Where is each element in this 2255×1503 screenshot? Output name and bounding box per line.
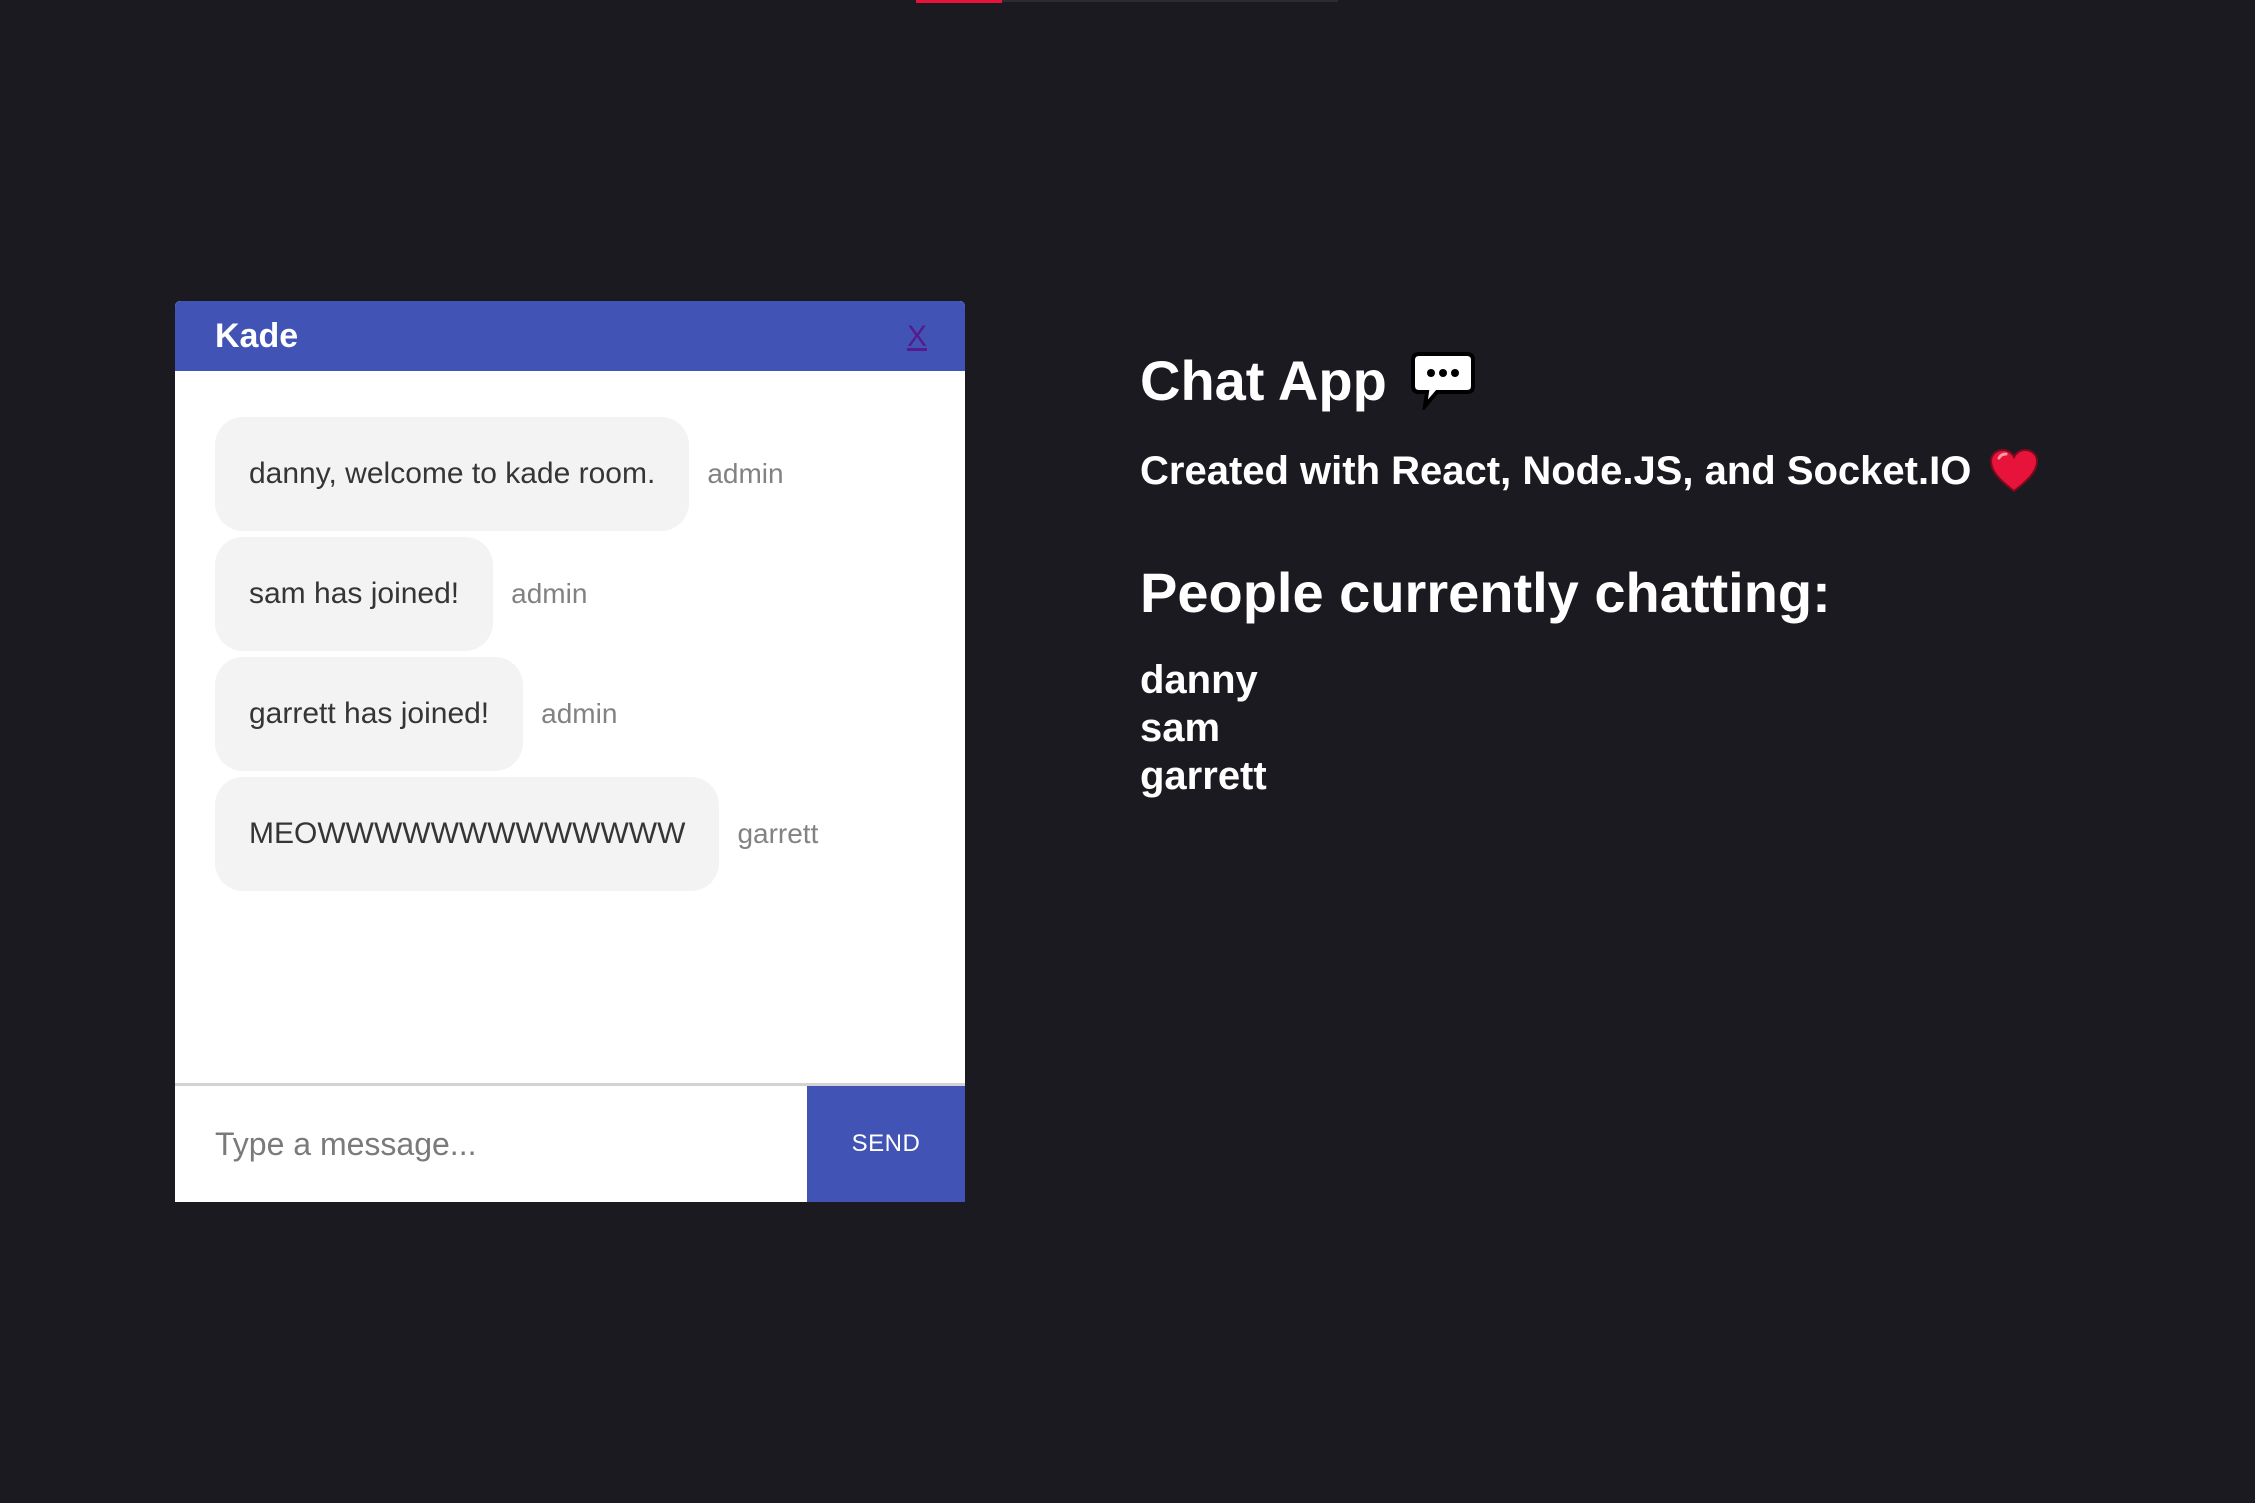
message-row: sam has joined! admin	[215, 537, 587, 651]
person-item: garrett	[1140, 754, 1267, 798]
app-title: Chat App	[1140, 340, 2200, 420]
heart-icon	[1989, 448, 2039, 494]
speech-bubble-icon	[1410, 350, 1475, 413]
send-button[interactable]: SEND	[807, 1086, 965, 1202]
message-sender: admin	[541, 698, 618, 729]
message-composer: SEND	[175, 1086, 965, 1202]
message-bubble: danny, welcome to kade room.	[215, 417, 690, 531]
message-list: danny, welcome to kade room. admin sam h…	[175, 371, 965, 1083]
people-list: danny sam garrett	[1140, 656, 2200, 800]
app-subtitle: Created with React, Node.JS, and Socket.…	[1140, 444, 2200, 498]
message-row: MEOWWWWWWWWWWWWW garrett	[215, 777, 818, 891]
message-input[interactable]	[175, 1086, 807, 1202]
message-sender: admin	[707, 458, 784, 489]
top-accent-bar	[916, 0, 1002, 3]
close-chat-link[interactable]: X	[907, 319, 927, 355]
room-name: Kade	[215, 317, 299, 355]
message-bubble: MEOWWWWWWWWWWWWW	[215, 777, 720, 891]
message-bubble: garrett has joined!	[215, 657, 524, 771]
app-subtitle-text: Created with React, Node.JS, and Socket.…	[1140, 448, 1972, 493]
people-heading: People currently chatting:	[1140, 561, 1831, 624]
app-title-text: Chat App	[1140, 348, 1387, 412]
top-accent-track	[1002, 0, 1338, 2]
message-bubble: sam has joined!	[215, 537, 494, 651]
info-panel: Chat App Created with React, Node.JS, an…	[1140, 340, 2200, 800]
chat-window: Kade X danny, welcome to kade room. admi…	[175, 301, 965, 1202]
message-row: danny, welcome to kade room. admin	[215, 417, 784, 531]
message-row: garrett has joined! admin	[215, 657, 617, 771]
message-sender: admin	[511, 578, 588, 609]
person-item: danny	[1140, 658, 1258, 702]
chat-header: Kade X	[175, 301, 965, 371]
message-sender: garrett	[737, 818, 819, 849]
person-item: sam	[1140, 706, 1221, 750]
